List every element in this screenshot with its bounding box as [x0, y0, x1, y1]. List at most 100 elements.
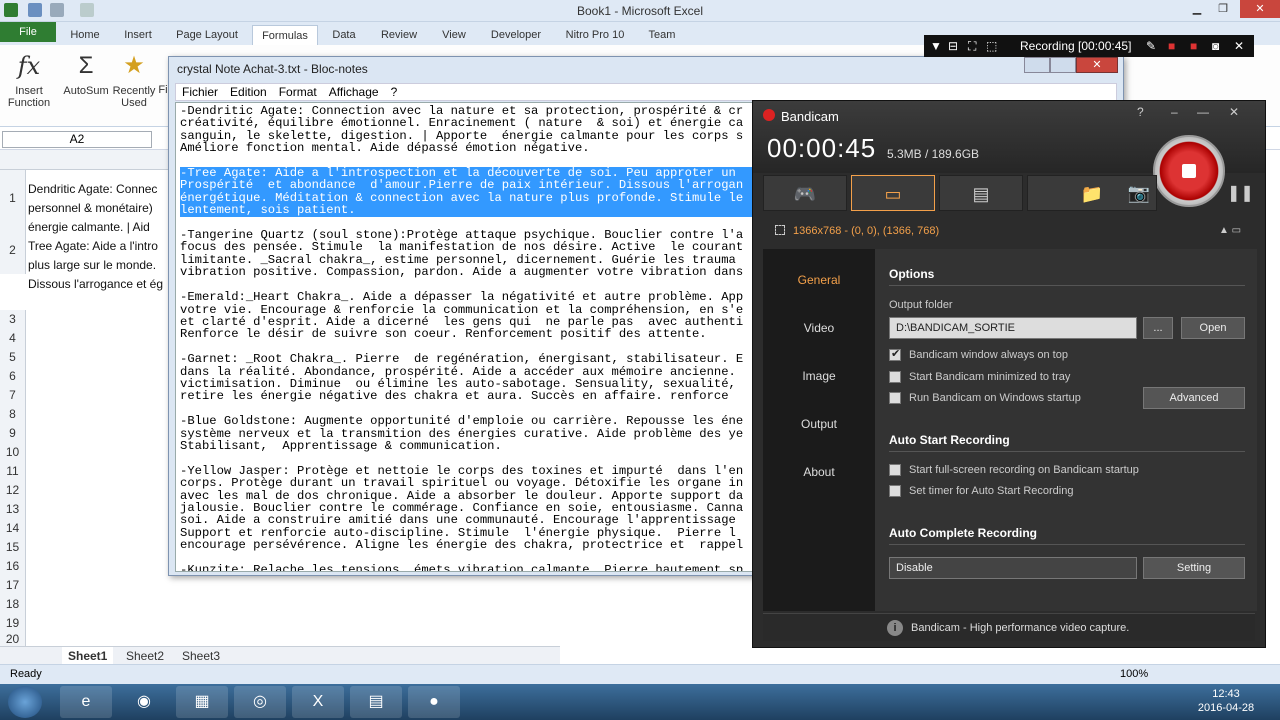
- auto-complete-heading: Auto Complete Recording: [889, 526, 1038, 540]
- always-on-top-checkbox[interactable]: ✔: [889, 348, 901, 361]
- row-header[interactable]: 15: [0, 538, 26, 557]
- autosum-button[interactable]: Σ AutoSum: [60, 51, 112, 97]
- row-header[interactable]: 7: [0, 386, 26, 405]
- tab-page-layout[interactable]: Page Layout: [168, 25, 246, 45]
- maximize-button[interactable]: ❐: [1210, 0, 1236, 18]
- fullscreen-icon[interactable]: ⛶: [968, 39, 976, 54]
- sidebar-item-video[interactable]: Video: [763, 321, 875, 335]
- system-clock[interactable]: 12:43 2016-04-28: [1196, 687, 1256, 715]
- record-icon[interactable]: ■: [1190, 39, 1197, 53]
- clock-time: 12:43: [1212, 688, 1240, 700]
- row-header[interactable]: 10: [0, 443, 26, 462]
- sidebar-item-about[interactable]: About: [763, 465, 875, 479]
- minimized-to-tray-checkbox[interactable]: [889, 371, 901, 383]
- recently-used-button[interactable]: ★ Recently Used: [112, 51, 156, 109]
- explorer-icon[interactable]: ▦: [176, 686, 228, 718]
- menu-help[interactable]: ?: [385, 84, 404, 100]
- start-button[interactable]: [8, 686, 42, 718]
- menu-fichier[interactable]: Fichier: [176, 84, 224, 100]
- ie-icon[interactable]: e: [60, 686, 112, 718]
- tab-review[interactable]: Review: [372, 25, 426, 45]
- tab-file[interactable]: File: [0, 22, 56, 42]
- tab-view[interactable]: View: [434, 25, 474, 45]
- row-header[interactable]: 5: [0, 348, 26, 367]
- menu-arrow-icon[interactable]: ▼: [930, 39, 942, 53]
- windows-startup-checkbox[interactable]: [889, 392, 901, 404]
- game-mode-icon[interactable]: 🎮: [763, 175, 847, 211]
- browse-button[interactable]: ...: [1143, 317, 1173, 339]
- notepad-maximize-button[interactable]: [1050, 57, 1076, 73]
- sidebar-item-general[interactable]: General: [763, 273, 875, 287]
- row-header[interactable]: 16: [0, 557, 26, 576]
- sheet-tabs: Sheet1 Sheet2 Sheet3: [0, 646, 560, 665]
- help-icon[interactable]: ?: [1137, 105, 1144, 119]
- row-header[interactable]: 17: [0, 576, 26, 595]
- row-header[interactable]: 8: [0, 405, 26, 424]
- output-folder-field[interactable]: D:\BANDICAM_SORTIE: [889, 317, 1137, 339]
- bandicam-taskbar-icon[interactable]: ●: [408, 686, 460, 718]
- row-header[interactable]: 18: [0, 595, 26, 614]
- notepad-close-button[interactable]: ✕: [1076, 57, 1118, 73]
- setting-button[interactable]: Setting: [1143, 557, 1245, 579]
- advanced-button[interactable]: Advanced: [1143, 387, 1245, 409]
- notepad-taskbar-icon[interactable]: ▤: [350, 686, 402, 718]
- tab-insert[interactable]: Insert: [114, 25, 162, 45]
- row-header[interactable]: 13: [0, 500, 26, 519]
- row-header[interactable]: 6: [0, 367, 26, 386]
- menu-affichage[interactable]: Affichage: [323, 84, 385, 100]
- firefox-icon[interactable]: ◉: [118, 686, 170, 718]
- tab-team[interactable]: Team: [640, 25, 684, 45]
- excel-taskbar-icon[interactable]: X: [292, 686, 344, 718]
- row-header[interactable]: 4: [0, 329, 26, 348]
- open-button[interactable]: Open: [1181, 317, 1245, 339]
- row-header[interactable]: 20: [0, 633, 26, 646]
- region-icon[interactable]: ⬚: [986, 39, 997, 53]
- close-icon[interactable]: ✕: [1234, 39, 1244, 53]
- hdmi-mode-icon[interactable]: ▤: [939, 175, 1023, 211]
- row-header[interactable]: 3: [0, 310, 26, 329]
- always-on-top-label: Bandicam window always on top: [909, 349, 1068, 361]
- row-header[interactable]: 11: [0, 462, 26, 481]
- screenshot-icon[interactable]: 📷: [1119, 175, 1159, 211]
- pencil-icon[interactable]: ✎: [1146, 39, 1156, 53]
- bandicam-close-button[interactable]: ✕: [1229, 105, 1239, 119]
- sidebar-item-output[interactable]: Output: [763, 417, 875, 431]
- recording-toolbar: ▼ ⊟ ⛶ ⬚ Recording [00:00:45] ✎ ■ ■ ◙ ✕: [924, 35, 1254, 57]
- row-header[interactable]: 1: [0, 170, 26, 226]
- row-header[interactable]: 19: [0, 614, 26, 633]
- row-header[interactable]: 12: [0, 481, 26, 500]
- chrome-icon[interactable]: ◎: [234, 686, 286, 718]
- notepad-minimize-button[interactable]: [1024, 57, 1050, 73]
- menu-edition[interactable]: Edition: [224, 84, 273, 100]
- row-header[interactable]: 2: [0, 226, 26, 274]
- screen-mode-icon[interactable]: ▭: [851, 175, 935, 211]
- file-size: 5.3MB / 189.6GB: [887, 147, 980, 161]
- menu-format[interactable]: Format: [273, 84, 323, 100]
- collapse-icon[interactable]: ▲ ▭: [1219, 225, 1241, 236]
- tab-home[interactable]: Home: [62, 25, 108, 45]
- zoom-level[interactable]: 100%: [1120, 668, 1148, 680]
- close-button[interactable]: ✕: [1240, 0, 1280, 18]
- row-header[interactable]: 14: [0, 519, 26, 538]
- sheet-tab-1[interactable]: Sheet1: [62, 647, 114, 665]
- auto-complete-select[interactable]: Disable: [889, 557, 1137, 579]
- camera-icon[interactable]: ◙: [1212, 39, 1219, 53]
- name-box[interactable]: A2: [2, 131, 152, 148]
- bandicam-window: Bandicam ? – — ✕ 00:00:45 5.3MB / 189.6G…: [752, 100, 1266, 648]
- tab-data[interactable]: Data: [324, 25, 364, 45]
- sidebar-item-image[interactable]: Image: [763, 369, 875, 383]
- fullscreen-startup-checkbox[interactable]: [889, 464, 901, 476]
- minimize-button[interactable]: ▁: [1184, 0, 1210, 18]
- sheet-tab-2[interactable]: Sheet2: [120, 647, 170, 665]
- insert-function-button[interactable]: fx Insert Function: [4, 51, 54, 109]
- row-header[interactable]: 9: [0, 424, 26, 443]
- tab-formulas[interactable]: Formulas: [252, 25, 318, 45]
- window-icon[interactable]: ⊟: [948, 39, 958, 53]
- bandicam-minimize-button[interactable]: –: [1171, 105, 1178, 119]
- sheet-tab-3[interactable]: Sheet3: [176, 647, 226, 665]
- tab-nitro[interactable]: Nitro Pro 10: [558, 25, 632, 45]
- bandicam-compact-button[interactable]: —: [1197, 105, 1209, 119]
- tab-developer[interactable]: Developer: [482, 25, 550, 45]
- stop-icon[interactable]: ■: [1168, 39, 1175, 53]
- timer-checkbox[interactable]: [889, 485, 901, 497]
